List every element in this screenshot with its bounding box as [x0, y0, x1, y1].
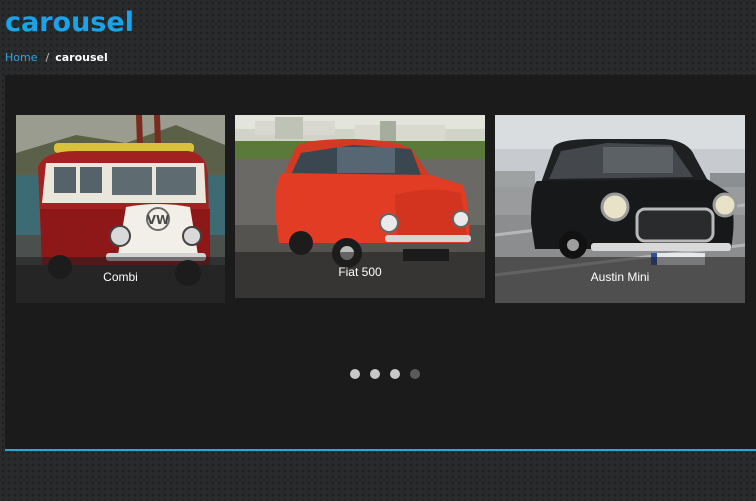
breadcrumb: Home / carousel: [5, 51, 108, 65]
page-title: carousel: [5, 7, 134, 38]
breadcrumb-home-link[interactable]: Home: [5, 51, 37, 64]
carousel-dot[interactable]: [370, 369, 380, 379]
slide-caption-text: Combi: [103, 270, 138, 284]
carousel-slide-fiat-500[interactable]: Fiat 500: [235, 115, 485, 298]
svg-text:VW: VW: [147, 213, 170, 227]
carousel-dot[interactable]: [410, 369, 420, 379]
breadcrumb-separator: /: [45, 51, 50, 64]
slide-caption-text: Austin Mini: [590, 270, 650, 284]
slide-caption: Fiat 500: [235, 252, 485, 298]
slide-caption: Combi: [16, 257, 225, 303]
slide-caption-text: Fiat 500: [338, 265, 382, 279]
carousel-slide-combi[interactable]: VW Combi: [16, 115, 225, 303]
breadcrumb-current: carousel: [55, 51, 108, 64]
carousel-dot[interactable]: [350, 369, 360, 379]
panel-divider: [5, 449, 756, 451]
slide-caption: Austin Mini: [495, 257, 745, 303]
carousel-slide-austin-mini[interactable]: Austin Mini: [495, 115, 745, 303]
carousel-dot[interactable]: [390, 369, 400, 379]
